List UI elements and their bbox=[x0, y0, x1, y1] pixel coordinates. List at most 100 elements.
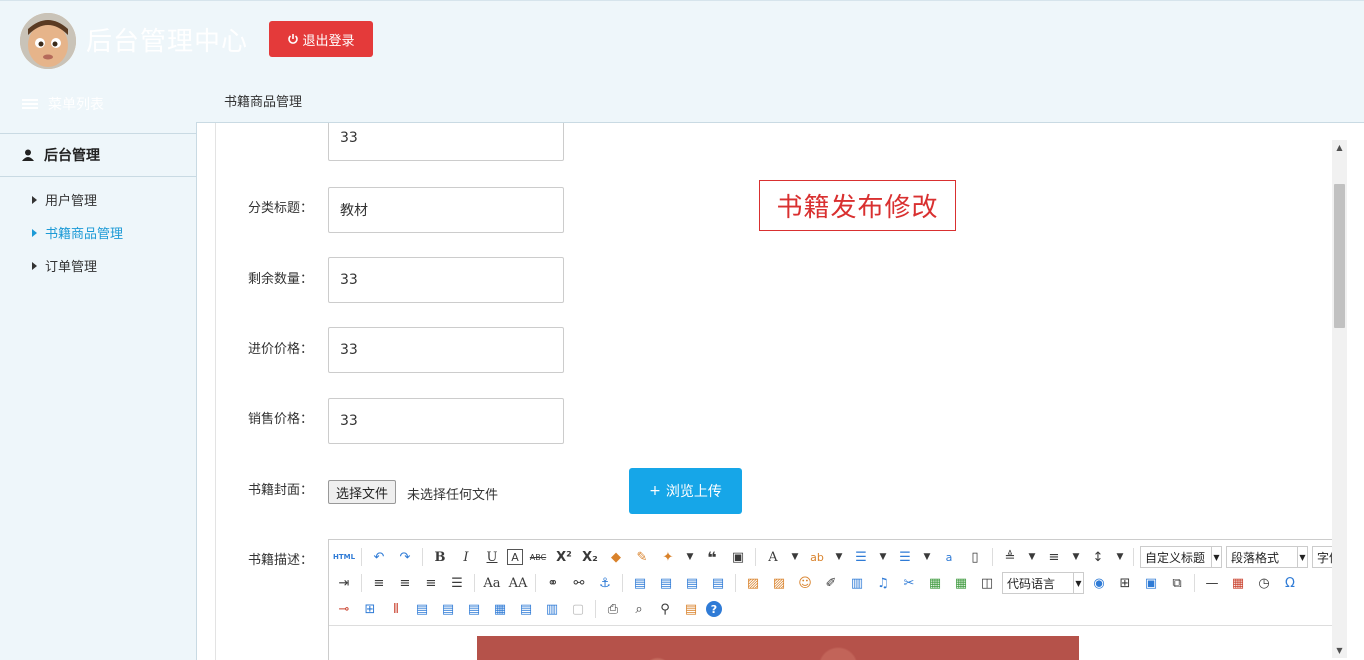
redo-icon[interactable]: ↷ bbox=[394, 546, 416, 568]
select-all-icon[interactable]: a bbox=[938, 546, 960, 568]
dropdown-caret-icon[interactable]: ▼ bbox=[876, 546, 890, 568]
to-lowercase-icon[interactable]: Aa bbox=[481, 572, 503, 594]
category-input[interactable] bbox=[328, 187, 564, 233]
merge-cells-icon[interactable]: ▤ bbox=[437, 598, 459, 620]
sidebar-section-admin[interactable]: 后台管理 bbox=[0, 134, 196, 177]
upload-button[interactable]: + 浏览上传 bbox=[629, 468, 742, 514]
italic-icon[interactable]: I bbox=[455, 546, 477, 568]
font-color-icon[interactable]: A bbox=[762, 546, 784, 568]
attachment-icon[interactable]: ✂ bbox=[898, 572, 920, 594]
eraser-icon[interactable]: ◆ bbox=[605, 546, 627, 568]
clear-doc-icon[interactable]: ▯ bbox=[964, 546, 986, 568]
sidebar-item-orders[interactable]: 订单管理 bbox=[0, 249, 196, 282]
simple-upload-icon[interactable]: ▨ bbox=[742, 572, 764, 594]
insert-video-icon[interactable]: ▥ bbox=[846, 572, 868, 594]
dropdown-caret-icon[interactable]: ▼ bbox=[920, 546, 934, 568]
editor-content[interactable] bbox=[329, 626, 1335, 660]
line-height-icon[interactable]: ↕ bbox=[1087, 546, 1109, 568]
insert-column-icon[interactable]: ▤ bbox=[411, 598, 433, 620]
insert-row-icon[interactable]: ⫴ bbox=[385, 598, 407, 620]
purchase-price-input[interactable] bbox=[328, 327, 564, 373]
template-icon[interactable]: ⊞ bbox=[1114, 572, 1136, 594]
map-icon[interactable]: ▦ bbox=[924, 572, 946, 594]
gmap-icon[interactable]: ▦ bbox=[950, 572, 972, 594]
unordered-list-icon[interactable]: ☰ bbox=[894, 546, 916, 568]
partial-field-input[interactable] bbox=[328, 123, 564, 161]
ordered-list-icon[interactable]: ☰ bbox=[850, 546, 872, 568]
align-justify-icon[interactable]: ☰ bbox=[446, 572, 468, 594]
html-source-icon[interactable]: HTML bbox=[333, 546, 355, 568]
image-right-icon[interactable]: ▤ bbox=[681, 572, 703, 594]
image-none-icon[interactable]: ▤ bbox=[629, 572, 651, 594]
insert-image-icon[interactable]: ▨ bbox=[768, 572, 790, 594]
page-break-icon[interactable]: ◉ bbox=[1088, 572, 1110, 594]
dropdown-caret-icon[interactable]: ▼ bbox=[1113, 546, 1127, 568]
drafts-icon[interactable]: ▤ bbox=[680, 598, 702, 620]
superscript-icon[interactable]: X² bbox=[553, 546, 575, 568]
print-icon[interactable]: ⎙ bbox=[602, 598, 624, 620]
paste-text-icon[interactable]: ▣ bbox=[727, 546, 749, 568]
code-language-select[interactable]: 代码语言 ▼ bbox=[1002, 572, 1084, 594]
choose-file-button[interactable]: 选择文件 bbox=[328, 480, 397, 504]
scrawl-icon[interactable]: ✐ bbox=[820, 572, 842, 594]
dropdown-caret-icon[interactable]: ▼ bbox=[683, 546, 697, 568]
vertical-scrollbar[interactable]: ▲ ▼ bbox=[1332, 140, 1347, 658]
special-chars-icon[interactable]: Ω bbox=[1279, 572, 1301, 594]
insert-paragraph-before-table-icon[interactable]: ⊞ bbox=[359, 598, 381, 620]
sidebar-item-users[interactable]: 用户管理 bbox=[0, 183, 196, 216]
dropdown-caret-icon[interactable]: ▼ bbox=[788, 546, 802, 568]
font-border-icon[interactable]: A bbox=[507, 549, 523, 565]
split-rows-icon[interactable]: ▥ bbox=[541, 598, 563, 620]
anchor-icon[interactable]: ⚓ bbox=[594, 572, 616, 594]
dropdown-caret-icon[interactable]: ▼ bbox=[832, 546, 846, 568]
time-icon[interactable]: ◷ bbox=[1253, 572, 1275, 594]
stock-input[interactable] bbox=[328, 257, 564, 303]
auto-format-icon[interactable]: ✦ bbox=[657, 546, 679, 568]
rich-text-editor[interactable]: HTML ↶ ↷ B I U A ABC X² X₂ ◆ ✎ ✦ ▼ ❝ ▣ A… bbox=[328, 539, 1335, 660]
dropdown-caret-icon[interactable]: ▼ bbox=[1025, 546, 1039, 568]
merge-right-icon[interactable]: ▤ bbox=[463, 598, 485, 620]
split-cells-icon[interactable]: ▤ bbox=[515, 598, 537, 620]
undo-icon[interactable]: ↶ bbox=[368, 546, 390, 568]
scroll-down-icon[interactable]: ▼ bbox=[1332, 643, 1347, 658]
image-center-icon[interactable]: ▤ bbox=[707, 572, 729, 594]
custom-heading-select[interactable]: 自定义标题 ▼ bbox=[1140, 546, 1222, 568]
align-center-icon[interactable]: ≡ bbox=[394, 572, 416, 594]
dropdown-caret-icon[interactable]: ▼ bbox=[1069, 546, 1083, 568]
sale-price-input[interactable] bbox=[328, 398, 564, 444]
blockquote-icon[interactable]: ❝ bbox=[701, 546, 723, 568]
format-brush-icon[interactable]: ✎ bbox=[631, 546, 653, 568]
split-cols-icon[interactable]: ▢ bbox=[567, 598, 589, 620]
align-left-icon[interactable]: ≡ bbox=[368, 572, 390, 594]
to-uppercase-icon[interactable]: AA bbox=[507, 572, 529, 594]
scroll-up-icon[interactable]: ▲ bbox=[1332, 140, 1347, 155]
background-icon[interactable]: ▣ bbox=[1140, 572, 1162, 594]
subscript-icon[interactable]: X₂ bbox=[579, 546, 601, 568]
horizontal-rule-icon[interactable]: — bbox=[1201, 572, 1223, 594]
bold-icon[interactable]: B bbox=[429, 546, 451, 568]
link-icon[interactable]: ⚭ bbox=[542, 572, 564, 594]
paragraph-format-select[interactable]: 段落格式 ▼ bbox=[1226, 546, 1308, 568]
emotion-icon[interactable]: ☺ bbox=[794, 572, 816, 594]
image-left-icon[interactable]: ▤ bbox=[655, 572, 677, 594]
indent-icon[interactable]: ⇥ bbox=[333, 572, 355, 594]
align-right-icon[interactable]: ≡ bbox=[420, 572, 442, 594]
strikethrough-icon[interactable]: ABC bbox=[527, 546, 549, 568]
help-icon[interactable]: ? bbox=[706, 601, 722, 617]
preview-icon[interactable]: ⌕ bbox=[628, 598, 650, 620]
highlight-icon[interactable]: ab bbox=[806, 546, 828, 568]
delete-table-icon[interactable]: ⊸ bbox=[333, 598, 355, 620]
date-icon[interactable]: ▦ bbox=[1227, 572, 1249, 594]
scroll-thumb[interactable] bbox=[1334, 184, 1345, 328]
row-spacing-top-icon[interactable]: ≜ bbox=[999, 546, 1021, 568]
insert-frame-icon[interactable]: ◫ bbox=[976, 572, 998, 594]
underline-icon[interactable]: U bbox=[481, 546, 503, 568]
logout-button[interactable]: 退出登录 bbox=[269, 21, 373, 57]
search-replace-icon[interactable]: ⚲ bbox=[654, 598, 676, 620]
sidebar-item-books[interactable]: 书籍商品管理 bbox=[0, 216, 196, 249]
row-spacing-bottom-icon[interactable]: ≡ bbox=[1043, 546, 1065, 568]
music-icon[interactable]: ♫ bbox=[872, 572, 894, 594]
merge-down-icon[interactable]: ▦ bbox=[489, 598, 511, 620]
word-image-icon[interactable]: ⧉ bbox=[1166, 572, 1188, 594]
unlink-icon[interactable]: ⚯ bbox=[568, 572, 590, 594]
